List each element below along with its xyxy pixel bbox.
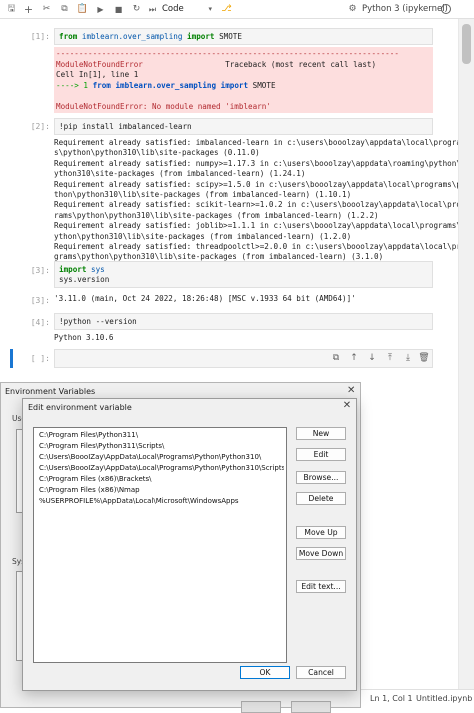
insert-below-icon[interactable]: ⤓ bbox=[402, 352, 414, 364]
cancel-button[interactable]: Cancel bbox=[296, 666, 346, 679]
delete-button[interactable]: Delete bbox=[296, 492, 346, 505]
notebook-scrollbar[interactable] bbox=[458, 19, 474, 689]
cell-3-input[interactable]: import sys sys.version bbox=[54, 261, 433, 288]
cell-type-select[interactable]: Code ▾ bbox=[162, 3, 212, 16]
cell-3-prompt: [3]: bbox=[30, 266, 50, 275]
settings-icon[interactable]: ⚙ bbox=[346, 3, 359, 16]
chevron-down-icon: ▾ bbox=[208, 5, 212, 13]
add-cell-icon[interactable]: + bbox=[22, 3, 35, 16]
edit-text-button[interactable]: Edit text... bbox=[296, 580, 346, 593]
save-icon[interactable]: 🖫 bbox=[5, 3, 18, 16]
move-up-button[interactable]: Move Up bbox=[296, 526, 346, 539]
cell-1-input[interactable]: from imblearn.over_sampling import SMOTE bbox=[54, 28, 433, 45]
list-item[interactable]: C:\Users\BoooIZay\AppData\Local\Programs… bbox=[36, 463, 284, 474]
env-dialog-title: Environment Variables bbox=[5, 387, 96, 396]
move-up-icon[interactable]: ↑ bbox=[348, 352, 360, 364]
delete-cell-icon[interactable]: 🗑 bbox=[418, 352, 430, 364]
list-item[interactable]: C:\Program Files\Python311\Scripts\ bbox=[36, 441, 284, 452]
cell-2-input[interactable]: !pip install imbalanced-learn bbox=[54, 118, 433, 135]
error-text: ----------------------------------------… bbox=[56, 49, 399, 111]
edit-environment-variable-dialog: Edit environment variable ✕ C:\Program F… bbox=[22, 398, 357, 691]
restart-icon[interactable]: ↻ bbox=[130, 3, 143, 16]
edit-dialog-title: Edit environment variable bbox=[28, 403, 132, 412]
cell-4-prompt: [4]: bbox=[30, 318, 50, 327]
file-name: Untitled.ipynb bbox=[416, 694, 473, 703]
move-down-icon[interactable]: ↓ bbox=[366, 352, 378, 364]
cell-4-output: Python 3.10.6 bbox=[54, 333, 114, 342]
env-ok-button[interactable] bbox=[241, 701, 281, 713]
cell-2-output: Requirement already satisfied: imbalance… bbox=[54, 138, 471, 262]
list-item[interactable]: C:\Users\BoooIZay\AppData\Local\Programs… bbox=[36, 452, 284, 463]
fast-forward-icon[interactable]: ⏭ bbox=[146, 3, 159, 16]
copy-icon[interactable]: ⧉ bbox=[58, 3, 71, 16]
cell-3-output: '3.11.0 (main, Oct 24 2022, 18:26:48) [M… bbox=[54, 294, 356, 303]
duplicate-cell-icon[interactable]: ⧉ bbox=[330, 352, 342, 364]
new-button[interactable]: New bbox=[296, 427, 346, 440]
run-icon[interactable]: ▶ bbox=[94, 3, 107, 16]
ok-button[interactable]: OK bbox=[240, 666, 290, 679]
insert-above-icon[interactable]: ⤒ bbox=[384, 352, 396, 364]
list-item[interactable]: C:\Program Files (x86)\Brackets\ bbox=[36, 474, 284, 485]
list-item[interactable]: C:\Program Files (x86)\Nmap bbox=[36, 485, 284, 496]
notebook-toolbar: 🖫 + ✂ ⧉ 📋 ▶ ■ ↻ ⏭ Code ▾ ⎇ ⚙ Python 3 (i… bbox=[0, 0, 474, 19]
move-down-button[interactable]: Move Down bbox=[296, 547, 346, 560]
cell-type-label: Code bbox=[162, 4, 184, 14]
browse-button[interactable]: Browse... bbox=[296, 471, 346, 484]
close-icon[interactable]: ✕ bbox=[347, 385, 355, 396]
git-icon[interactable]: ⎇ bbox=[220, 3, 233, 16]
cell-5-prompt: [ ]: bbox=[30, 354, 50, 363]
close-icon[interactable]: ✕ bbox=[341, 400, 353, 411]
cursor-position: Ln 1, Col 1 bbox=[370, 694, 413, 703]
paste-icon[interactable]: 📋 bbox=[76, 3, 89, 16]
cell-3-output-prompt: [3]: bbox=[30, 296, 50, 305]
kernel-name[interactable]: Python 3 (ipykernel) bbox=[362, 4, 448, 14]
cell-4-input[interactable]: !python --version bbox=[54, 313, 433, 330]
scroll-thumb[interactable] bbox=[462, 24, 471, 64]
stop-icon[interactable]: ■ bbox=[112, 3, 125, 16]
list-item[interactable]: C:\Program Files\Python311\ bbox=[36, 430, 284, 441]
cell-2-prompt: [2]: bbox=[30, 122, 50, 131]
kernel-status-icon bbox=[441, 4, 451, 14]
cell-1-prompt: [1]: bbox=[30, 32, 50, 41]
list-item[interactable]: %USERPROFILE%\AppData\Local\Microsoft\Wi… bbox=[36, 496, 284, 507]
path-list[interactable]: C:\Program Files\Python311\ C:\Program F… bbox=[33, 427, 287, 663]
cut-icon[interactable]: ✂ bbox=[40, 3, 53, 16]
env-cancel-button[interactable] bbox=[291, 701, 331, 713]
edit-button[interactable]: Edit bbox=[296, 448, 346, 461]
